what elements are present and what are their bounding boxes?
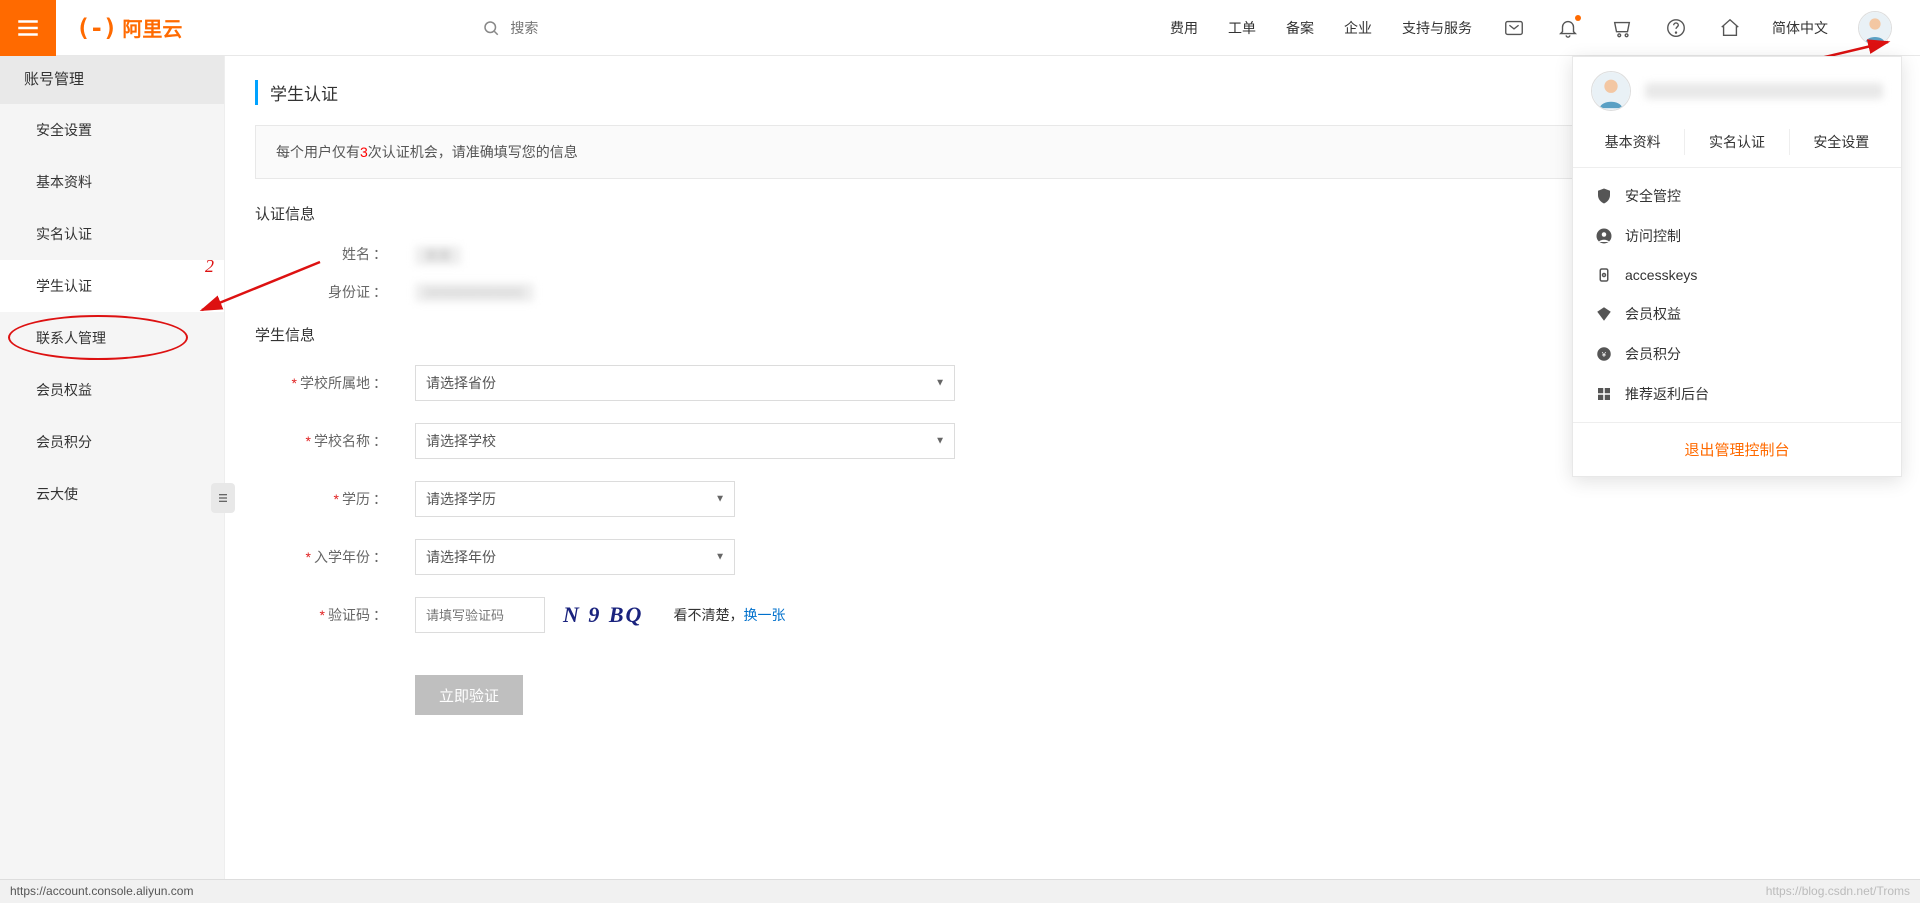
- school-location-label: *学校所属地：: [255, 373, 395, 393]
- up-item-label: 会员积分: [1625, 344, 1681, 364]
- sidebar-item-realname[interactable]: 实名认证: [0, 208, 224, 260]
- sidebar-item-contacts[interactable]: 联系人管理: [0, 312, 224, 364]
- logo-text: 阿里云: [122, 13, 182, 42]
- row-degree: *学历： 请选择学历 ▼: [255, 481, 1890, 517]
- user-circle-icon: [1595, 227, 1613, 245]
- menu-button[interactable]: [0, 0, 56, 56]
- up-item-access-control[interactable]: 访问控制: [1573, 216, 1901, 256]
- nav-right: 费用 工单 备案 企业 支持与服务 简体中文: [1170, 11, 1920, 45]
- diamond-icon: [1595, 305, 1613, 323]
- user-panel-logout[interactable]: 退出管理控制台: [1573, 422, 1901, 476]
- up-tab-profile[interactable]: 基本资料: [1581, 129, 1685, 155]
- language-select[interactable]: 简体中文: [1772, 18, 1828, 38]
- degree-label: *学历：: [255, 489, 395, 509]
- row-captcha: *验证码： N 9 BQ 看不清楚，换一张: [255, 597, 1890, 633]
- key-icon: [1595, 266, 1613, 284]
- cart-icon[interactable]: [1610, 16, 1634, 40]
- shield-icon: [1595, 187, 1613, 205]
- avatar-button[interactable]: [1858, 11, 1892, 45]
- logo[interactable]: (-) 阿里云: [76, 13, 182, 42]
- statusbar-url: https://account.console.aliyun.com: [10, 884, 193, 899]
- user-panel-avatar: [1591, 71, 1631, 111]
- sidebar: 账号管理 安全设置 基本资料 实名认证 学生认证 联系人管理 会员权益 会员积分…: [0, 56, 225, 879]
- captcha-refresh[interactable]: 换一张: [743, 607, 785, 623]
- notice-count: 3: [360, 144, 368, 160]
- sidebar-item-points[interactable]: 会员积分: [0, 416, 224, 468]
- up-tab-security[interactable]: 安全设置: [1790, 129, 1893, 155]
- search-input[interactable]: [510, 20, 710, 36]
- notice-post: 次认证机会，请准确填写您的信息: [368, 144, 578, 160]
- name-value: 某某: [395, 245, 461, 264]
- up-item-label: accesskeys: [1625, 267, 1697, 283]
- grid-icon: [1595, 385, 1613, 403]
- search: [482, 19, 742, 37]
- topbar: (-) 阿里云 费用 工单 备案 企业 支持与服务 简体中文: [0, 0, 1920, 56]
- up-tab-realname[interactable]: 实名认证: [1685, 129, 1789, 155]
- row-year: *入学年份： 请选择年份 ▼: [255, 539, 1890, 575]
- up-item-security-control[interactable]: 安全管控: [1573, 176, 1901, 216]
- bell-icon[interactable]: [1556, 16, 1580, 40]
- sidebar-item-profile[interactable]: 基本资料: [0, 156, 224, 208]
- up-item-member-points[interactable]: ¥ 会员积分: [1573, 334, 1901, 374]
- up-item-label: 会员权益: [1625, 304, 1681, 324]
- help-icon[interactable]: [1664, 16, 1688, 40]
- message-icon[interactable]: [1502, 16, 1526, 40]
- statusbar-watermark: https://blog.csdn.net/Troms: [1766, 884, 1910, 899]
- user-panel-name-blurred: [1645, 83, 1883, 99]
- year-label: *入学年份：: [255, 547, 395, 567]
- degree-select[interactable]: 请选择学历: [415, 481, 735, 517]
- captcha-label: *验证码：: [255, 605, 395, 625]
- up-item-label: 推荐返利后台: [1625, 384, 1709, 404]
- captcha-links: 看不清楚，换一张: [673, 605, 785, 625]
- name-label: 姓名：: [255, 244, 395, 264]
- up-item-member-benefit[interactable]: 会员权益: [1573, 294, 1901, 334]
- nav-beian[interactable]: 备案: [1286, 18, 1314, 38]
- notice-pre: 每个用户仅有: [276, 144, 360, 160]
- school-name-select[interactable]: 请选择学校: [415, 423, 955, 459]
- school-name-label: *学校名称：: [255, 431, 395, 451]
- user-panel-tabs: 基本资料 实名认证 安全设置: [1573, 125, 1901, 167]
- coin-icon: ¥: [1595, 345, 1613, 363]
- nav-support[interactable]: 支持与服务: [1402, 18, 1472, 38]
- captcha-input[interactable]: [415, 597, 545, 633]
- statusbar: https://account.console.aliyun.com https…: [0, 879, 1920, 903]
- sidebar-item-ambassador[interactable]: 云大使: [0, 468, 224, 520]
- submit-button[interactable]: 立即验证: [415, 675, 523, 715]
- home-icon[interactable]: [1718, 16, 1742, 40]
- sidebar-item-benefits[interactable]: 会员权益: [0, 364, 224, 416]
- user-panel-head: [1573, 57, 1901, 125]
- up-item-accesskeys[interactable]: accesskeys: [1573, 256, 1901, 294]
- sidebar-item-student[interactable]: 学生认证: [0, 260, 224, 312]
- user-panel: 基本资料 实名认证 安全设置 安全管控 访问控制 accesskeys 会员权益…: [1572, 56, 1902, 477]
- year-select[interactable]: 请选择年份: [415, 539, 735, 575]
- captcha-hint: 看不清楚，: [673, 607, 743, 623]
- nav-fee[interactable]: 费用: [1170, 18, 1198, 38]
- up-item-label: 访问控制: [1625, 226, 1681, 246]
- sidebar-item-security[interactable]: 安全设置: [0, 104, 224, 156]
- nav-enterprise[interactable]: 企业: [1344, 18, 1372, 38]
- id-value: 000000000000: [395, 285, 534, 300]
- school-location-select[interactable]: 请选择省份: [415, 365, 955, 401]
- nav-ticket[interactable]: 工单: [1228, 18, 1256, 38]
- notification-dot: [1575, 15, 1581, 21]
- up-item-label: 安全管控: [1625, 186, 1681, 206]
- search-icon: [482, 19, 500, 37]
- avatar-icon: [1859, 12, 1891, 44]
- logo-icon: (-): [76, 14, 116, 42]
- annotation-label-2: 2: [205, 256, 214, 277]
- up-item-rebate[interactable]: 推荐返利后台: [1573, 374, 1901, 414]
- id-label: 身份证：: [255, 282, 395, 302]
- captcha-image: N 9 BQ: [563, 602, 643, 628]
- page-title: 学生认证: [255, 80, 338, 105]
- sidebar-title: 账号管理: [0, 56, 224, 104]
- user-panel-list: 安全管控 访问控制 accesskeys 会员权益 ¥ 会员积分 推荐返利后台: [1573, 167, 1901, 422]
- hamburger-icon: [15, 15, 41, 41]
